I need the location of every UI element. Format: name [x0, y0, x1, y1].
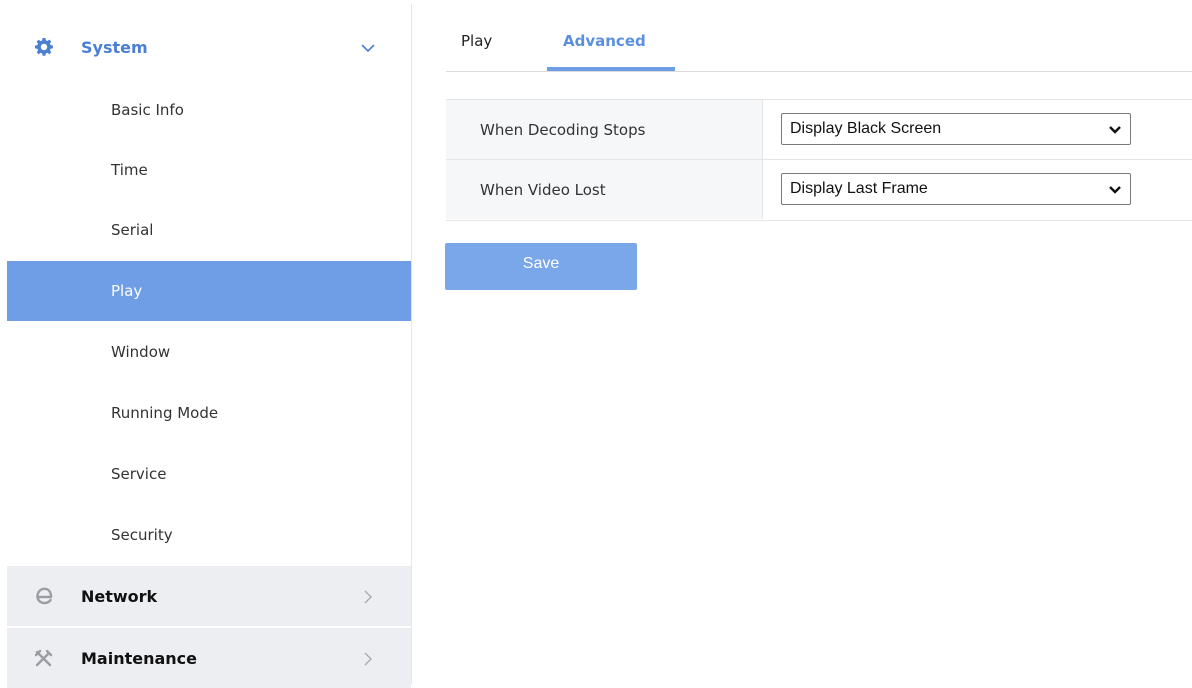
- sidebar-group-maintenance[interactable]: Maintenance: [7, 628, 411, 688]
- sidebar-group-network[interactable]: Network: [7, 566, 411, 626]
- sidebar-item-label: Basic Info: [111, 101, 184, 119]
- sidebar-group-network-label: Network: [81, 586, 158, 606]
- sidebar-item-serial[interactable]: Serial: [7, 200, 411, 260]
- sidebar-item-label: Time: [111, 161, 148, 179]
- settings-label-cell: When Video Lost: [446, 160, 763, 219]
- gear-icon: [33, 36, 55, 58]
- sidebar-item-label: Window: [111, 343, 171, 361]
- sidebar: System Basic Info Time Serial Play Windo…: [7, 0, 411, 688]
- chevron-right-icon: [361, 651, 375, 666]
- sidebar-item-label: Service: [111, 465, 167, 483]
- sidebar-group-system-label: System: [81, 37, 148, 57]
- settings-label-cell: When Decoding Stops: [446, 100, 763, 159]
- decoding-stops-value: Display Black Screen: [790, 120, 942, 137]
- tab-advanced[interactable]: Advanced: [563, 32, 646, 50]
- chevron-down-icon: [1108, 183, 1122, 195]
- settings-row-decoding-stops: When Decoding Stops Display Black Screen: [446, 100, 1192, 160]
- decoding-stops-select[interactable]: Display Black Screen: [781, 113, 1131, 145]
- sidebar-item-play[interactable]: Play: [7, 261, 411, 321]
- decoding-stops-label: When Decoding Stops: [480, 120, 646, 139]
- tools-icon: [33, 647, 55, 669]
- tab-play[interactable]: Play: [461, 32, 492, 50]
- sidebar-item-basic-info[interactable]: Basic Info: [7, 80, 411, 140]
- sidebar-divider: [411, 4, 412, 684]
- sidebar-item-time[interactable]: Time: [7, 140, 411, 200]
- sidebar-item-security[interactable]: Security: [7, 505, 411, 565]
- settings-table: When Decoding Stops Display Black Screen…: [446, 99, 1192, 221]
- sidebar-item-label: Security: [111, 526, 173, 544]
- chevron-down-icon: [361, 40, 375, 54]
- sidebar-item-label: Running Mode: [111, 404, 219, 422]
- sidebar-item-running-mode[interactable]: Running Mode: [7, 383, 411, 443]
- sidebar-item-service[interactable]: Service: [7, 444, 411, 504]
- sidebar-group-maintenance-label: Maintenance: [81, 648, 198, 668]
- chevron-down-icon: [1108, 123, 1122, 135]
- sidebar-item-label: Play: [111, 282, 143, 300]
- settings-row-video-lost: When Video Lost Display Last Frame: [446, 160, 1192, 219]
- tab-bar-divider: [446, 71, 1192, 72]
- video-lost-select[interactable]: Display Last Frame: [781, 173, 1131, 205]
- save-button[interactable]: Save: [445, 243, 637, 290]
- video-lost-label: When Video Lost: [480, 180, 606, 199]
- sidebar-group-system[interactable]: System: [7, 21, 411, 73]
- chevron-right-icon: [361, 589, 375, 604]
- tab-bar: Play Advanced: [446, 0, 1192, 72]
- network-e-icon: [33, 585, 55, 607]
- sidebar-item-label: Serial: [111, 221, 154, 239]
- sidebar-item-window[interactable]: Window: [7, 322, 411, 382]
- video-lost-value: Display Last Frame: [790, 180, 928, 197]
